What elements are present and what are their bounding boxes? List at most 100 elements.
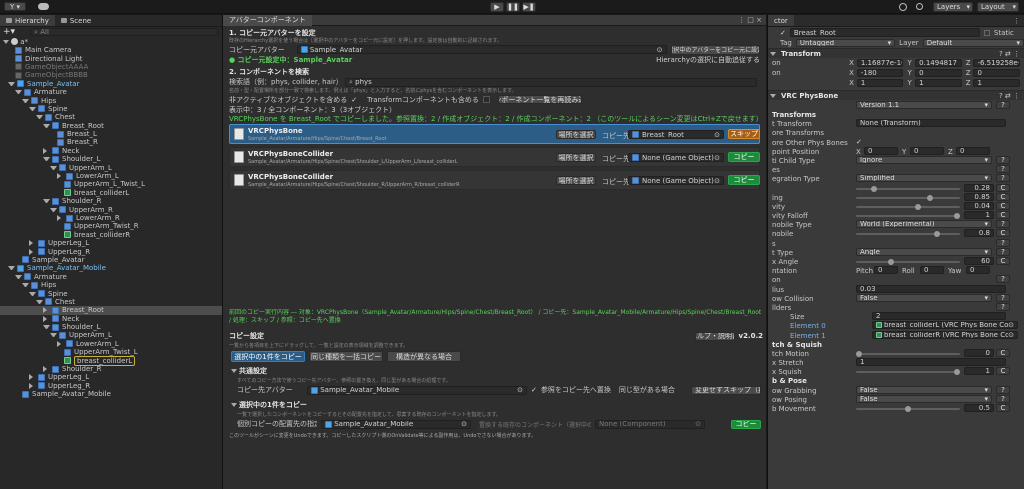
expand-arrow[interactable]: [57, 173, 64, 180]
hierarchy-row[interactable]: LowerArm_R: [0, 214, 222, 222]
set-source-button[interactable]: 選択中のアバターをコピー元に設定: [670, 44, 760, 55]
expand-arrow[interactable]: [29, 291, 36, 296]
hierarchy-row[interactable]: Sample_Avatar: [0, 256, 222, 264]
property-slider[interactable]: [856, 350, 960, 357]
hierarchy-row[interactable]: Sample_Avatar_Mobile: [0, 264, 222, 272]
expand-arrow[interactable]: [43, 325, 50, 330]
property-field[interactable]: 0: [864, 146, 898, 155]
skip-button[interactable]: スキップ: [728, 129, 760, 139]
hierarchy-row[interactable]: LowerArm_L: [0, 172, 222, 180]
curve-button[interactable]: C: [996, 183, 1010, 192]
expand-arrow[interactable]: [29, 374, 36, 381]
curve-button[interactable]: C: [996, 229, 1010, 238]
property-slider[interactable]: [856, 406, 960, 412]
curve-button[interactable]: C: [996, 211, 1010, 220]
target-object-field[interactable]: Breast_Root ⊙: [628, 130, 724, 139]
slider-value[interactable]: 0.28: [964, 183, 994, 192]
expand-arrow[interactable]: [8, 81, 15, 86]
window-menu-icon[interactable]: ⋮ □ ×: [738, 16, 766, 24]
property-slider[interactable]: [856, 231, 960, 238]
replace-component-field[interactable]: None (Component) ⊙: [595, 419, 705, 429]
component-row[interactable]: VRCPhysBoneCollider Sample_Avatar/Armatur…: [229, 147, 760, 167]
expand-arrow[interactable]: [15, 90, 22, 95]
tab-copy-selected[interactable]: 選択中の1件をコピー: [231, 351, 305, 362]
list-size-field[interactable]: 2: [872, 312, 1006, 321]
property-slider[interactable]: [856, 203, 960, 210]
help-button[interactable]: ?: [996, 174, 1010, 183]
expand-arrow[interactable]: [15, 274, 22, 279]
slider-knob[interactable]: [934, 231, 941, 238]
hierarchy-row[interactable]: Breast_Root: [0, 306, 222, 315]
expand-arrow[interactable]: [57, 215, 64, 221]
slider-value[interactable]: 1: [964, 211, 994, 220]
object-picker-icon[interactable]: ⊙: [1008, 332, 1014, 338]
expand-arrow[interactable]: [50, 165, 57, 170]
slider-knob[interactable]: [926, 194, 933, 201]
slider-knob[interactable]: [954, 369, 960, 376]
property-dropdown[interactable]: World (Experimental) ▾: [856, 220, 992, 229]
transform-scl-y[interactable]: 1: [915, 79, 962, 87]
layout-dropdown[interactable]: Layout ▾: [977, 2, 1019, 12]
expand-arrow[interactable]: [43, 315, 50, 322]
hierarchy-row[interactable]: Main Camera: [0, 46, 222, 54]
layer-dropdown[interactable]: Default ▾: [922, 39, 1024, 47]
tag-dropdown[interactable]: Untagged ▾: [795, 39, 896, 47]
component-menu-icon[interactable]: ? ⇄ ⋮: [999, 92, 1024, 100]
hierarchy-row[interactable]: Breast_L: [0, 130, 222, 138]
common-expand-arrow[interactable]: [231, 369, 237, 373]
copy-button[interactable]: コピー: [728, 175, 760, 185]
object-picker-icon[interactable]: ⊙: [461, 421, 467, 428]
expand-arrow[interactable]: [36, 299, 43, 304]
object-picker-icon[interactable]: ⊙: [517, 387, 523, 394]
slider-value[interactable]: 0.5: [964, 404, 994, 412]
tab-avatar-component[interactable]: アバターコンポーネント: [223, 14, 312, 26]
property-field[interactable]: 0: [920, 266, 944, 275]
collider-object-field[interactable]: breast_colliderL (VRC Phys Bone Collider…: [872, 321, 1018, 330]
hierarchy-row[interactable]: UpperArm_R: [0, 205, 222, 214]
inspector-menu-icon[interactable]: ⋮: [1013, 17, 1024, 25]
slider-knob[interactable]: [905, 406, 911, 412]
slider-value[interactable]: 1: [964, 367, 994, 376]
hierarchy-row[interactable]: UpperLeg_L: [0, 373, 222, 381]
hierarchy-row[interactable]: breast_colliderR: [0, 231, 222, 239]
transform-pos-z[interactable]: -6.519258e-0: [973, 59, 1021, 67]
property-dropdown[interactable]: False ▾: [856, 385, 992, 394]
slider-value[interactable]: 0.04: [964, 201, 994, 210]
hierarchy-row[interactable]: Breast_R: [0, 138, 222, 146]
help-button[interactable]: ?: [996, 293, 1010, 302]
property-slider[interactable]: [856, 213, 960, 220]
transform-rot-x[interactable]: -180: [856, 69, 904, 77]
slider-value[interactable]: 60: [964, 257, 994, 265]
transform-rot-y[interactable]: 0: [915, 69, 962, 77]
property-checkbox[interactable]: ✓: [856, 138, 862, 146]
hierarchy-row[interactable]: Sample_Avatar: [0, 80, 222, 88]
cloud-icon[interactable]: [38, 3, 49, 10]
object-picker-icon[interactable]: ⊙: [714, 131, 720, 138]
curve-button[interactable]: C: [996, 404, 1010, 412]
tab-inspector[interactable]: ctor: [768, 15, 794, 26]
component-row[interactable]: VRCPhysBone Sample_Avatar/Armature/Hips/S…: [229, 124, 760, 144]
hierarchy-row[interactable]: Hips: [0, 96, 222, 105]
object-name-input[interactable]: Breast_Root: [789, 28, 980, 37]
slider-knob[interactable]: [888, 259, 895, 265]
hierarchy-row[interactable]: UpperArm_Twist_R: [0, 222, 222, 230]
object-picker-icon[interactable]: ⊙: [695, 421, 701, 428]
hierarchy-row[interactable]: UpperArm_L: [0, 331, 222, 339]
property-slider[interactable]: [856, 259, 960, 265]
same-type-dropdown[interactable]: 変更せずスキップ（推奨）▾: [691, 385, 761, 395]
property-field[interactable]: 0: [874, 266, 898, 275]
help-button[interactable]: ?: [996, 155, 1010, 164]
hierarchy-row[interactable]: Neck: [0, 315, 222, 323]
target-object-field[interactable]: None (Game Object) ⊙: [628, 153, 724, 162]
property-field[interactable]: 1: [856, 358, 1006, 367]
component-search-input[interactable]: ⌕ phys: [345, 77, 757, 87]
help-button[interactable]: ?: [996, 220, 1010, 229]
hierarchy-row[interactable]: GameObjectAAAA: [0, 63, 222, 71]
hierarchy-row[interactable]: Neck: [0, 147, 222, 155]
pause-button[interactable]: ❚❚: [506, 2, 520, 12]
help-button[interactable]: ?: [996, 394, 1010, 403]
help-button[interactable]: ヘルプ・説明書: [694, 331, 735, 341]
copy-button[interactable]: コピー: [731, 419, 761, 429]
property-dropdown[interactable]: Angle ▾: [856, 247, 992, 256]
scene-root-row[interactable]: a*: [0, 37, 222, 46]
